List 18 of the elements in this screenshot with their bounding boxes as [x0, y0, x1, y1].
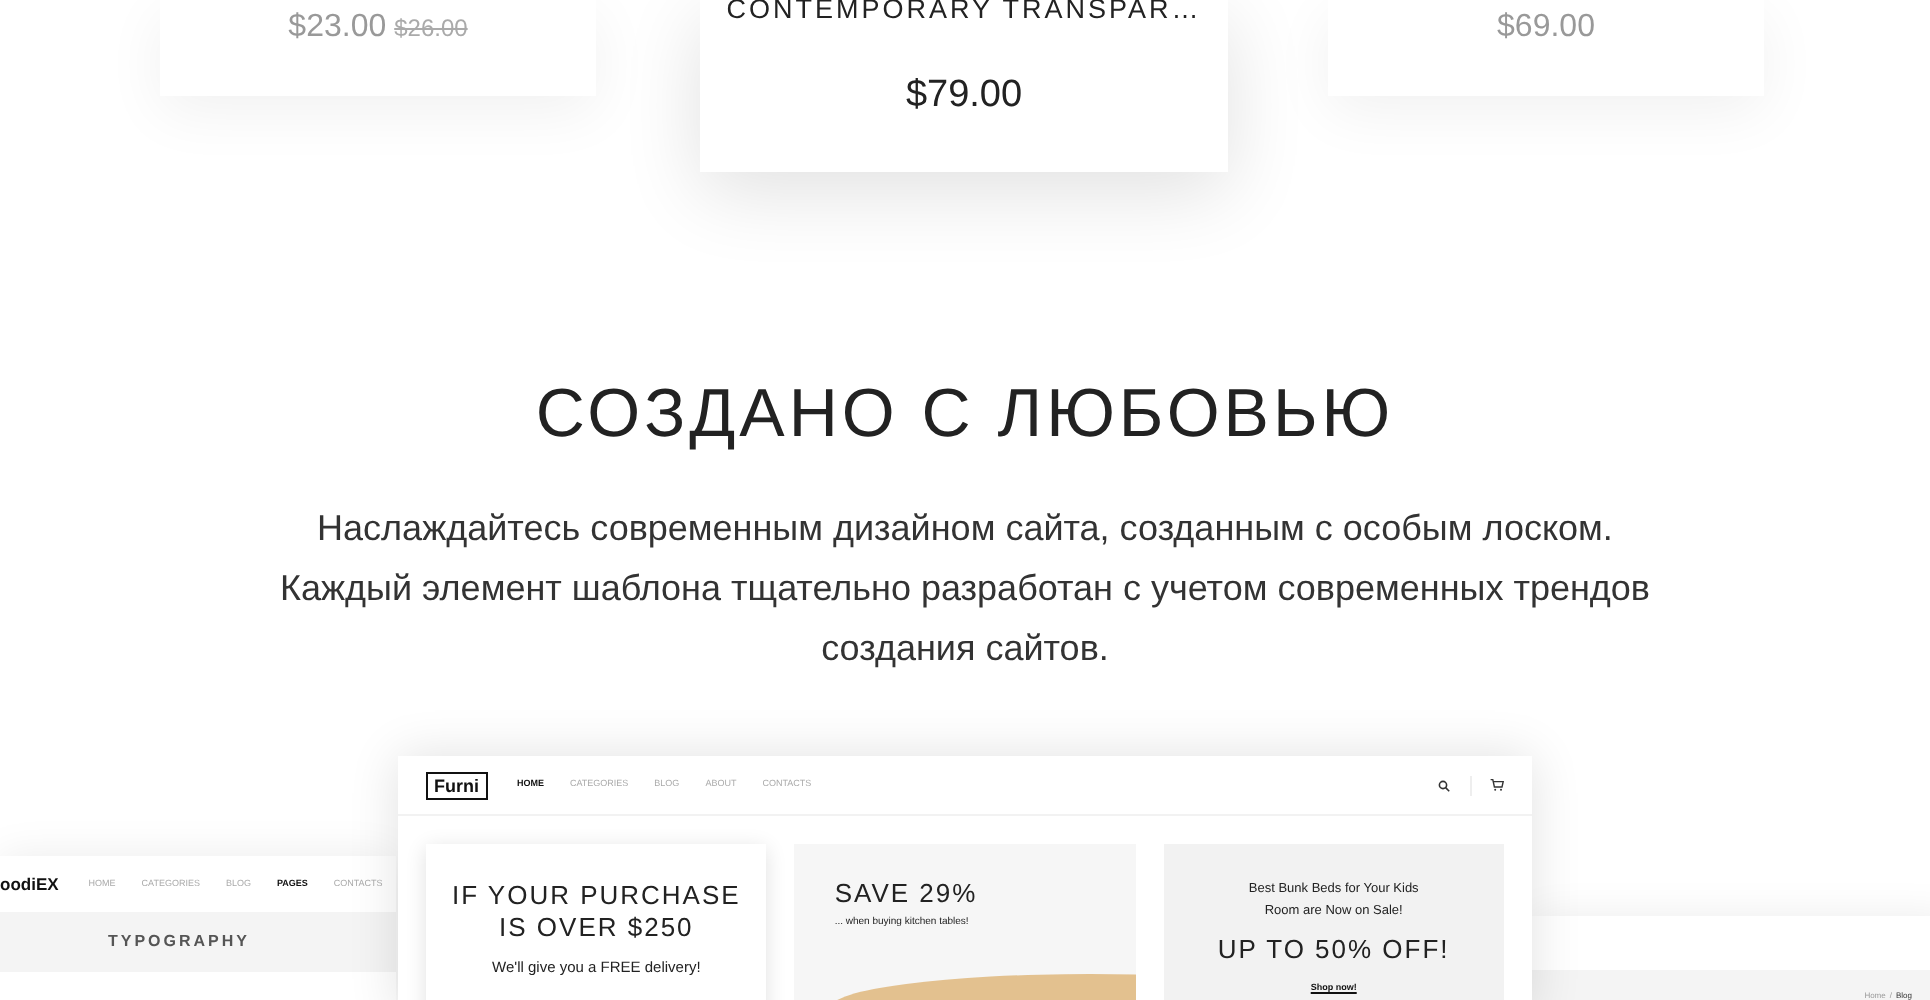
product-card[interactable]: $23.00 $26.00 — [160, 0, 596, 96]
product-price: $23.00 — [288, 8, 387, 48]
promo-title: SAVE 29% — [834, 878, 978, 910]
site-logo: Furni — [426, 771, 487, 799]
product-price: $79.00 — [905, 71, 1023, 119]
promo-title: UP TO 50% OFF! — [1217, 934, 1450, 966]
section-description: Наслаждайтесь современным дизайном сайта, созданным с особым лоском. Каждый элемент шаблона тщательно разработан с учетом современных трендов создания сайтов. — [279, 506, 1650, 672]
section-heading: СОЗДАНО С ЛЮБОВЬЮ — [535, 374, 1395, 456]
search-icon[interactable] — [1438, 779, 1450, 791]
page-title: TYPOGRAPHY — [108, 930, 251, 954]
cart-icon[interactable] — [1490, 778, 1504, 792]
product-card[interactable]: CONTEMPORARY TRANSPAR… $79.00 — [700, 0, 1228, 172]
product-card[interactable]: $69.00 — [1328, 0, 1764, 96]
product-title: CONTEMPORARY TRANSPAR… — [726, 0, 1202, 29]
promo-title: IF YOUR PURCHASE IS OVER $250 — [451, 880, 741, 944]
product-price: $69.00 — [1497, 8, 1595, 48]
site-logo: oodiEX — [0, 871, 59, 897]
old-price: $26.00 — [394, 12, 468, 46]
